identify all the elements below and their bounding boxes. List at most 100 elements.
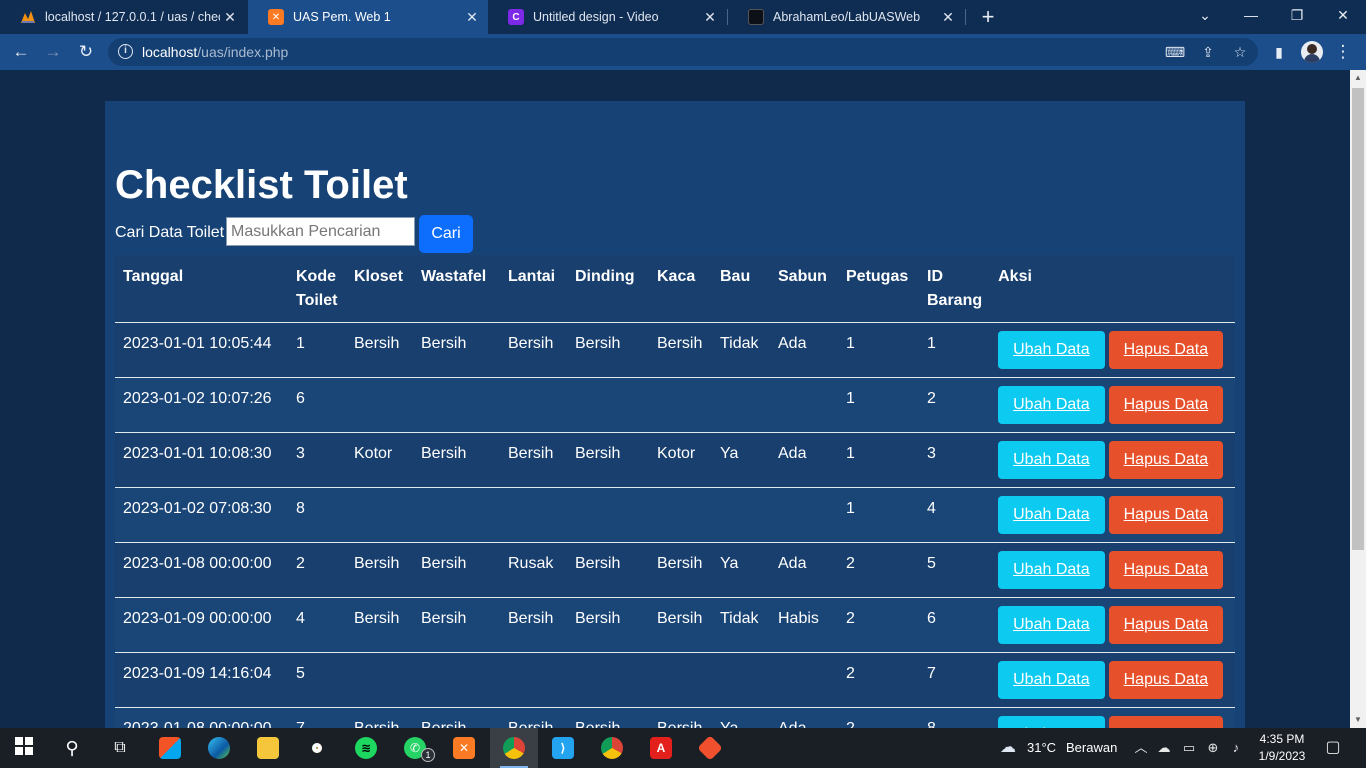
- weather-description[interactable]: Berawan: [1066, 740, 1117, 755]
- edit-button[interactable]: Ubah Data: [998, 661, 1105, 699]
- taskbar-search-button[interactable]: ⚲: [48, 728, 96, 768]
- table-cell: [413, 377, 500, 433]
- close-tab-icon[interactable]: ✕: [700, 9, 720, 26]
- share-icon[interactable]: ⇪: [1197, 42, 1219, 62]
- maximize-button[interactable]: ❐: [1274, 0, 1320, 32]
- notification-center-icon[interactable]: ▢: [1322, 740, 1344, 756]
- page-scrollbar[interactable]: ▲ ▼: [1350, 70, 1366, 728]
- chrome-app-2[interactable]: [588, 728, 636, 768]
- close-tab-icon[interactable]: ✕: [220, 9, 240, 26]
- table-cell: 1: [838, 377, 919, 433]
- actions-cell: Ubah DataHapus Data: [990, 597, 1235, 653]
- task-view-button[interactable]: ⧉: [96, 728, 144, 768]
- edit-button[interactable]: Ubah Data: [998, 386, 1105, 424]
- tab-github[interactable]: AbrahamLeo/LabUASWeb ✕: [728, 0, 964, 34]
- spotify-app[interactable]: ≋: [342, 728, 390, 768]
- table-cell: Tidak: [712, 322, 770, 378]
- table-row: 2023-01-08 00:00:00 2 Bersih Bersih Rusak Ber…: [115, 542, 1235, 598]
- table-cell: Habis: [770, 597, 838, 653]
- profile-avatar[interactable]: [1301, 41, 1323, 63]
- table-cell: Kotor: [649, 432, 712, 488]
- tab-search-icon[interactable]: ⌄: [1182, 0, 1228, 32]
- table-cell: Rusak: [500, 542, 567, 598]
- xampp-app[interactable]: ✕: [440, 728, 488, 768]
- security-alert-icon[interactable]: ☁: [1155, 740, 1173, 756]
- network-globe-icon[interactable]: ⊕: [1204, 740, 1222, 756]
- table-cell: [567, 652, 649, 708]
- close-tab-icon[interactable]: ✕: [938, 9, 958, 26]
- scrollbar-thumb[interactable]: [1352, 88, 1364, 550]
- search-form: Cari Data Toilet Cari: [115, 215, 615, 253]
- translate-icon[interactable]: ⌨: [1164, 42, 1186, 62]
- table-cell: Bersih: [500, 707, 567, 728]
- store-app[interactable]: [146, 728, 194, 768]
- minimize-button[interactable]: —: [1228, 0, 1274, 32]
- whatsapp-app[interactable]: ✆ 1: [391, 728, 439, 768]
- chrome-profile-app[interactable]: [490, 728, 538, 768]
- address-bar[interactable]: i localhost/uas/index.php ⌨ ⇪ ☆: [108, 38, 1258, 66]
- delete-button[interactable]: Hapus Data: [1108, 441, 1224, 479]
- search-button[interactable]: Cari: [419, 215, 473, 253]
- delete-button[interactable]: Hapus Data: [1108, 496, 1224, 534]
- url-text[interactable]: localhost/uas/index.php: [142, 44, 288, 60]
- table-cell: 1: [838, 487, 919, 543]
- clock-time[interactable]: 4:35 PM: [1258, 732, 1306, 746]
- table-cell: 8: [288, 487, 346, 543]
- delete-button[interactable]: Hapus Data: [1108, 606, 1224, 644]
- acrobat-app[interactable]: A: [637, 728, 685, 768]
- file-explorer-app[interactable]: [244, 728, 292, 768]
- new-tab-button[interactable]: +: [976, 4, 1000, 30]
- weather-temp[interactable]: 31°C: [1027, 740, 1056, 755]
- delete-button[interactable]: Hapus Data: [1108, 331, 1224, 369]
- show-hidden-icons-chevron-icon[interactable]: ︿: [1132, 740, 1150, 756]
- edit-button[interactable]: Ubah Data: [998, 496, 1105, 534]
- table-cell: 1: [838, 322, 919, 378]
- table-cell: [500, 487, 567, 543]
- edit-button[interactable]: Ubah Data: [998, 716, 1105, 728]
- table-cell: [770, 377, 838, 433]
- bookmark-star-icon[interactable]: ☆: [1229, 42, 1251, 62]
- edit-button[interactable]: Ubah Data: [998, 551, 1105, 589]
- close-window-button[interactable]: ✕: [1320, 0, 1366, 32]
- tab-phpmyadmin[interactable]: localhost / 127.0.0.1 / uas / checklist …: [0, 0, 246, 34]
- task-view-icon: ⧉: [114, 739, 126, 756]
- delete-button[interactable]: Hapus Data: [1108, 661, 1224, 699]
- weather-cloud-icon[interactable]: ☁: [996, 740, 1020, 756]
- battery-icon[interactable]: ▭: [1180, 740, 1198, 756]
- edit-button[interactable]: Ubah Data: [998, 331, 1105, 369]
- delete-button[interactable]: Hapus Data: [1108, 551, 1224, 589]
- edge-app[interactable]: [195, 728, 243, 768]
- reload-button[interactable]: ↻: [73, 40, 99, 64]
- tab-uas-pem-web[interactable]: ✕ UAS Pem. Web 1 ✕: [248, 0, 488, 34]
- delete-button[interactable]: Hapus Data: [1108, 716, 1224, 728]
- site-info-icon[interactable]: i: [118, 44, 133, 59]
- back-button[interactable]: ←: [8, 40, 34, 64]
- search-input[interactable]: [226, 217, 415, 246]
- tab-canva[interactable]: C Untitled design - Video ✕: [488, 0, 726, 34]
- close-tab-icon[interactable]: ✕: [462, 9, 482, 26]
- scroll-up-icon[interactable]: ▲: [1350, 70, 1366, 86]
- menu-kebab-icon[interactable]: ⋮: [1330, 40, 1356, 64]
- start-button[interactable]: [0, 728, 48, 768]
- table-row: 2023-01-01 10:08:30 3 Kotor Bersih Bersih Ber…: [115, 432, 1235, 488]
- forward-button[interactable]: →: [40, 40, 66, 64]
- edit-button[interactable]: Ubah Data: [998, 441, 1105, 479]
- delete-button[interactable]: Hapus Data: [1108, 386, 1224, 424]
- chrome-app[interactable]: [293, 728, 341, 768]
- table-cell: Ada: [770, 322, 838, 378]
- side-panel-icon[interactable]: ▮: [1266, 40, 1292, 64]
- table-cell: [649, 652, 712, 708]
- table-cell: 6: [919, 597, 991, 653]
- clock-date[interactable]: 1/9/2023: [1254, 749, 1310, 763]
- actions-cell: Ubah DataHapus Data: [990, 432, 1235, 488]
- table-cell: 2: [838, 707, 919, 728]
- scroll-down-icon[interactable]: ▼: [1350, 712, 1366, 728]
- table-cell: Bersih: [500, 322, 567, 378]
- git-app[interactable]: [686, 728, 734, 768]
- table-cell: 2: [919, 377, 991, 433]
- edit-button[interactable]: Ubah Data: [998, 606, 1105, 644]
- volume-icon[interactable]: ♪: [1227, 740, 1245, 756]
- vscode-app[interactable]: ⟩: [539, 728, 587, 768]
- table-cell: Bersih: [413, 432, 500, 488]
- table-cell: 3: [919, 432, 991, 488]
